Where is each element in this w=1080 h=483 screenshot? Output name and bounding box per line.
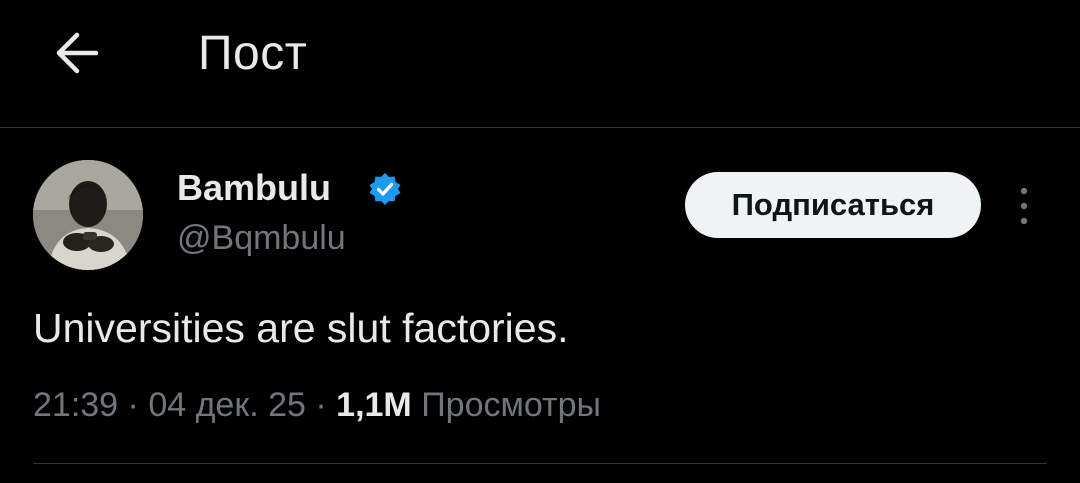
views-label[interactable]: Просмотры: [421, 386, 601, 424]
arrow-left-icon: [56, 32, 99, 74]
more-options-button[interactable]: [1009, 184, 1039, 228]
author-display-name[interactable]: Bambulu: [177, 166, 331, 210]
verified-badge-icon: [369, 173, 401, 205]
author-handle[interactable]: @Bqmbulu: [177, 216, 346, 260]
top-app-bar: Пост: [0, 0, 1080, 127]
meta-divider: [33, 463, 1047, 464]
follow-button[interactable]: Подписаться: [685, 172, 981, 238]
avatar-photo: [33, 160, 143, 270]
meta-separator: ·: [315, 386, 327, 424]
back-button[interactable]: [50, 26, 104, 80]
header-divider: [0, 127, 1080, 128]
post-date[interactable]: 04 дек. 25: [148, 386, 306, 424]
page-title: Пост: [198, 27, 308, 80]
post-time[interactable]: 21:39: [33, 386, 118, 424]
views-count[interactable]: 1,1M: [336, 386, 412, 424]
meta-separator: ·: [127, 386, 139, 424]
avatar[interactable]: [33, 160, 143, 270]
post-meta: 21:39 · 04 дек. 25 · 1,1M Просмотры: [33, 382, 601, 428]
post-text: Universities are slut factories.: [33, 305, 569, 351]
more-vertical-icon: [1020, 187, 1028, 225]
